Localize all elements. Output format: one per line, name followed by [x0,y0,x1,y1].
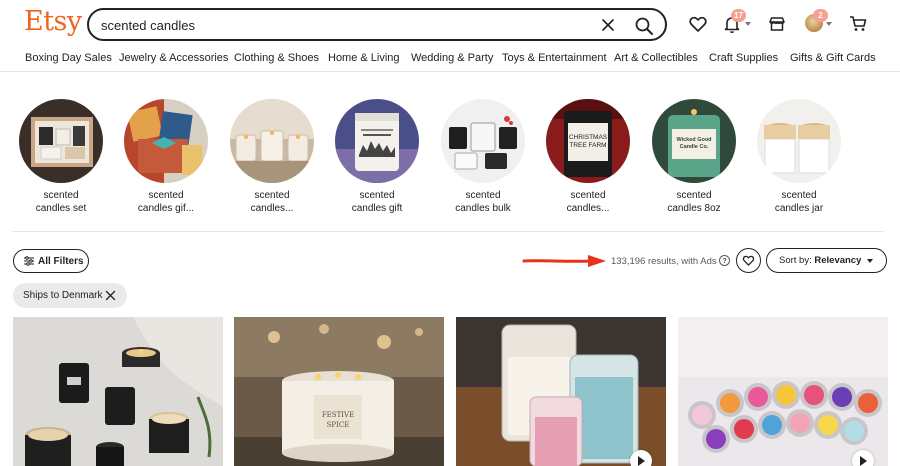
related-search-label: scented candles... [566,190,610,214]
related-search-image[interactable] [19,99,103,183]
sort-dropdown[interactable]: Sort by: Relevancy [766,248,887,273]
related-search-item[interactable]: scented candles bulk [441,99,525,215]
red-arrow-annotation [522,255,606,267]
nav-item-jewelry-accessories[interactable]: Jewelry & Accessories [119,52,228,64]
product-card[interactable]: FESTIVE SPICE [234,317,444,466]
search-bar[interactable] [87,8,667,41]
chevron-down-icon[interactable] [826,22,832,26]
site-header: Etsy 17 2 [0,0,900,48]
related-search-label: scented candles 8oz [667,190,721,214]
related-search-label: scented candles... [250,190,294,214]
active-filter-label: Ships to Denmark [23,290,103,301]
thumbnail-caption: FESTIVE [322,411,354,419]
related-search-label: scented candles set [35,190,87,214]
nav-item-boxing-day-sales[interactable]: Boxing Day Sales [25,52,112,64]
nav-item-gifts-gift-cards[interactable]: Gifts & Gift Cards [790,52,876,64]
close-icon[interactable] [105,290,116,301]
related-search-item[interactable]: scented candles gif... [124,99,208,215]
sort-label: Sort by: Relevancy [779,255,862,266]
active-filter-chip[interactable]: Ships to Denmark [13,283,127,308]
related-search-label: scented candles jar [774,190,824,214]
nav-item-craft-supplies[interactable]: Craft Supplies [709,52,778,64]
related-search-image[interactable]: Wicked Good Candle Co. [652,99,736,183]
results-count: 133,196 results, with Ads [611,256,717,267]
chevron-down-icon[interactable] [745,22,751,26]
related-search-image[interactable] [441,99,525,183]
account-count-badge: 2 [813,9,828,22]
play-video-icon[interactable] [852,450,874,466]
nav-item-clothing-shoes[interactable]: Clothing & Shoes [234,52,319,64]
related-search-item[interactable]: Wicked Good Candle Co. scented candles 8o… [652,99,736,215]
all-filters-label: All Filters [38,256,84,267]
related-search-label: scented candles bulk [455,190,511,214]
related-search-label: scented candles gift [351,190,403,214]
related-search-label: scented candles gif... [137,190,195,214]
thumbnail-caption: Candle Co. [680,144,709,150]
heart-icon[interactable] [688,14,708,34]
cart-icon[interactable] [848,14,868,34]
filter-icon [24,256,34,266]
product-image[interactable] [13,317,223,466]
related-search-image[interactable] [757,99,841,183]
product-card[interactable] [456,317,666,466]
category-nav: Boxing Day Sales Jewelry & Accessories C… [0,48,900,72]
related-search-image[interactable] [124,99,208,183]
search-input[interactable] [101,16,581,34]
etsy-logo[interactable]: Etsy [24,6,82,37]
play-video-icon[interactable] [630,450,652,466]
related-search-item[interactable]: CHRISTMAS TREE FARM scented candles... [546,99,630,215]
related-search-image[interactable] [230,99,314,183]
notification-count-badge: 17 [731,9,746,22]
thumbnail-caption: SPICE [327,421,350,429]
thumbnail-caption: TREE FARM [569,142,606,149]
chevron-down-icon [867,259,873,263]
close-icon[interactable] [599,16,617,34]
product-card[interactable] [678,317,888,466]
related-search-item[interactable]: scented candles gift [335,99,419,215]
related-search-image[interactable]: CHRISTMAS TREE FARM [546,99,630,183]
nav-item-home-living[interactable]: Home & Living [328,52,400,64]
related-search-item[interactable]: scented candles set [19,99,103,215]
product-image[interactable]: FESTIVE SPICE [234,317,444,466]
nav-item-wedding-party[interactable]: Wedding & Party [411,52,493,64]
nav-item-art-collectibles[interactable]: Art & Collectibles [614,52,698,64]
related-search-image[interactable] [335,99,419,183]
heart-icon [742,255,755,266]
product-card[interactable] [13,317,223,466]
favorite-search-button[interactable] [736,248,761,273]
help-icon[interactable]: ? [719,255,730,266]
related-search-item[interactable]: scented candles... [230,99,314,215]
related-search-item[interactable]: scented candles jar [757,99,841,215]
thumbnail-caption: Wicked Good [676,137,711,143]
all-filters-button[interactable]: All Filters [13,249,89,273]
shop-icon[interactable] [767,14,787,34]
section-divider [12,231,884,232]
product-image[interactable] [678,317,888,466]
search-icon[interactable] [633,15,655,37]
sort-value: Relevancy [814,255,862,266]
thumbnail-caption: CHRISTMAS [569,134,608,141]
product-image[interactable] [456,317,666,466]
nav-item-toys-entertainment[interactable]: Toys & Entertainment [502,52,607,64]
